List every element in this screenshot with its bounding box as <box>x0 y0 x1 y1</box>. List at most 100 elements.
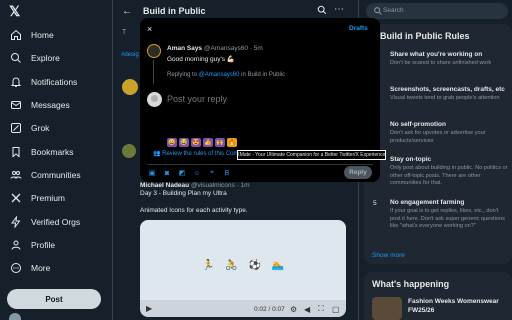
nav-explore[interactable]: Explore <box>10 50 60 66</box>
thread-line <box>153 60 154 84</box>
extension-tooltip: XMate - Your Ultimate Companion for a Be… <box>237 150 386 160</box>
replying-prefix: Replying to <box>167 72 198 78</box>
reply-button[interactable]: Reply <box>344 166 372 179</box>
nav-label: Bookmarks <box>31 147 74 157</box>
community-rules-link[interactable]: 👥 Review the rules of this Com <box>153 150 239 157</box>
fullscreen-icon[interactable]: ⛶ <box>318 304 324 314</box>
hashtag-link[interactable]: #desig <box>121 52 139 58</box>
avatar[interactable] <box>147 44 161 58</box>
image-icon[interactable]: ▣ <box>148 169 156 177</box>
pip-icon[interactable]: ▢ <box>332 305 340 314</box>
rules-title: Build in Public Rules <box>380 31 470 41</box>
reply-input[interactable]: Post your reply <box>167 94 227 104</box>
grok-icon <box>10 122 22 134</box>
x-logo-icon[interactable]: 𝕏 <box>9 3 20 20</box>
nav-label: Grok <box>31 123 50 133</box>
drafts-button[interactable]: Drafts <box>349 25 368 32</box>
search-icon[interactable] <box>317 5 327 15</box>
bookmark-icon <box>10 146 22 158</box>
rule-heading: Share what you're working on <box>390 51 483 58</box>
nav-label: Messages <box>31 100 70 110</box>
nav-verified-orgs[interactable]: Verified Orgs <box>10 214 80 230</box>
avatar <box>147 92 162 107</box>
nav-label: Home <box>31 30 54 40</box>
video-controls <box>140 300 346 317</box>
nav-home[interactable]: Home <box>10 27 54 43</box>
video-time: 0:02 / 0:07 <box>254 306 285 313</box>
nav-messages[interactable]: Messages <box>10 97 70 113</box>
reaction-button[interactable]: 😂 <box>179 138 189 147</box>
rule-description: Don't be scared to share unfinished work <box>390 60 492 66</box>
reaction-button[interactable]: 👍 <box>203 138 213 147</box>
account-avatar[interactable] <box>9 313 21 320</box>
avatar[interactable] <box>122 79 138 95</box>
nav-label: Communities <box>31 170 81 180</box>
search-input[interactable]: Search <box>366 3 508 19</box>
grok-icon[interactable]: ◩ <box>178 169 186 177</box>
nav-communities[interactable]: Communities <box>10 167 81 183</box>
person-icon <box>10 239 22 251</box>
rule-heading: Screenshots, screencasts, drafts, etc <box>390 86 505 93</box>
reaction-button[interactable]: 🔥 <box>227 138 237 147</box>
people-icon <box>10 169 22 181</box>
divider <box>147 164 373 165</box>
settings-icon[interactable]: ⚙ <box>290 305 297 314</box>
reaction-button[interactable]: 🙌 <box>215 138 225 147</box>
back-arrow-icon[interactable]: ← <box>122 6 132 17</box>
nav-label: Notifications <box>31 77 78 87</box>
nav-more[interactable]: More <box>10 260 50 276</box>
post-button[interactable]: Post <box>7 289 101 309</box>
rule-heading: Stay on-topic <box>390 156 432 163</box>
author-name: Aman Says <box>167 45 203 52</box>
more-icon[interactable]: ⋯ <box>334 4 344 15</box>
nav-label: More <box>31 263 51 273</box>
nav-grok[interactable]: Grok <box>10 120 49 136</box>
replying-suffix: in Build in Public <box>241 72 286 78</box>
nav-premium[interactable]: Premium <box>10 190 65 206</box>
author-handle: @Amansays60 · 5m <box>203 45 263 52</box>
video-player[interactable]: 🏃 🚴 ⚽ 🏊 ▶ 0:02 / 0:07 ⚙ ◀ ⛶ ▢ <box>140 220 346 317</box>
replying-to: Replying to @Amansays60 in Build in Publ… <box>167 72 285 78</box>
community-icon: 👥 <box>153 151 163 157</box>
trend-title[interactable]: FW25/26 <box>408 307 434 314</box>
original-post-text: Good morning guy's 💪🏻 <box>167 56 235 63</box>
post-author-handle: @visualmicons · 1m <box>190 182 250 189</box>
bold-icon[interactable]: B <box>223 169 231 177</box>
reaction-button[interactable]: 😍 <box>191 138 201 147</box>
location-icon[interactable]: ⌖ <box>208 169 216 177</box>
volume-icon[interactable]: ◀ <box>304 305 310 314</box>
nav-profile[interactable]: Profile <box>10 237 55 253</box>
nav-label: Verified Orgs <box>31 217 81 227</box>
search-icon <box>374 7 382 15</box>
search-icon <box>10 52 22 64</box>
post-author[interactable]: Michael Nadeau @visualmicons · 1m <box>140 182 250 189</box>
avatar[interactable] <box>122 144 136 158</box>
nav-label: Profile <box>31 240 56 250</box>
review-text: Review the rules of this Com <box>162 151 239 157</box>
reaction-button[interactable]: 😀 <box>167 138 177 147</box>
rule-description: If your goal is to get replies, likes, e… <box>390 208 505 230</box>
trend-title[interactable]: Fashion Weeks Womenswear <box>408 298 499 305</box>
nav-bookmarks[interactable]: Bookmarks <box>10 144 74 160</box>
rule-description: Don't ask for upvotes or advertise your … <box>390 130 486 144</box>
rule-description: Only post about building in public. No p… <box>390 165 508 187</box>
play-icon[interactable]: ▶ <box>146 304 152 313</box>
gif-icon[interactable]: ◙ <box>163 169 171 177</box>
close-icon[interactable]: × <box>147 24 152 34</box>
post-text: Animated Icons for each activity type. <box>140 207 248 214</box>
rule-heading: No engagement farming <box>390 199 465 206</box>
reaction-bar: 😀 😂 😍 👍 🙌 🔥 <box>167 138 237 147</box>
page-title: Build in Public <box>143 6 206 16</box>
search-placeholder: Search <box>383 7 404 14</box>
x-icon <box>10 192 22 204</box>
post-text: Day 3 - Building Plan my Ultra <box>140 190 227 197</box>
tab-top[interactable]: T <box>122 29 126 36</box>
happening-title: What's happening <box>372 279 450 289</box>
emoji-icon[interactable]: ☺ <box>193 169 201 177</box>
lightning-icon <box>10 216 22 228</box>
trend-thumbnail[interactable] <box>372 297 402 320</box>
replying-handle-link[interactable]: @Amansays60 <box>199 72 240 78</box>
show-more-link[interactable]: Show more <box>372 252 405 259</box>
nav-label: Premium <box>31 193 66 203</box>
nav-notifications[interactable]: Notifications <box>10 74 77 90</box>
